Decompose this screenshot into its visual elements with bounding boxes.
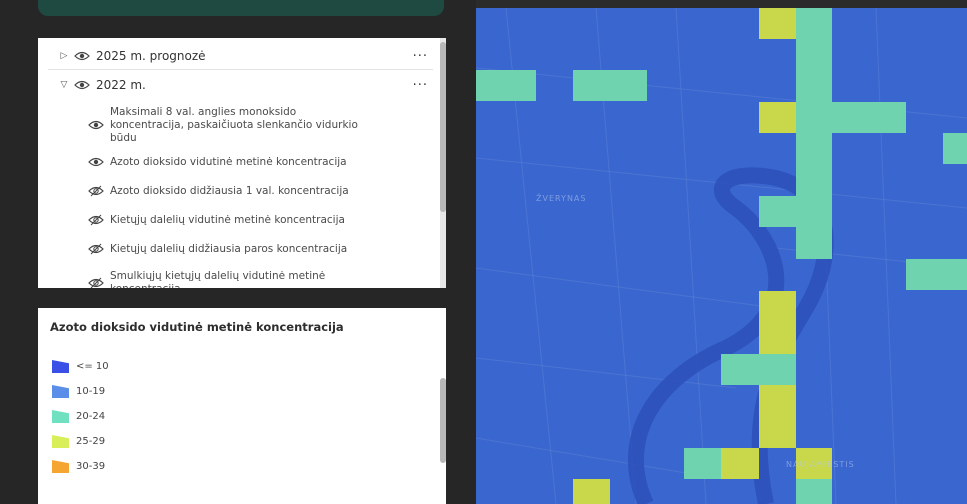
collapse-triangle-icon[interactable]: ▽ (58, 80, 70, 90)
divider (48, 69, 433, 70)
legend-swatch (52, 360, 69, 373)
legend-swatch (52, 385, 69, 398)
legend-item: 25-29 (52, 435, 105, 448)
legend-title: Azoto dioksido vidutinė metinė koncentra… (50, 320, 344, 334)
layer-list-panel: ▷ 2025 m. prognozė ··· ▽ 2022 m. ··· Mak… (38, 38, 446, 288)
map-canvas (476, 8, 967, 504)
layer-group-2025[interactable]: ▷ 2025 m. prognozė ··· (58, 48, 446, 64)
legend-label: <= 10 (76, 361, 109, 372)
sublayer-label: Smulkiųjų kietųjų dalelių vidutinė metin… (110, 270, 326, 288)
legend-label: 20-24 (76, 411, 106, 422)
expand-triangle-icon[interactable]: ▷ (58, 51, 70, 61)
sublayer-label: Kietųjų dalelių vidutinė metinė koncentr… (110, 213, 345, 226)
eye-icon[interactable] (88, 119, 104, 131)
eye-off-icon[interactable] (88, 243, 104, 255)
scrollbar-thumb[interactable] (440, 42, 446, 212)
legend-label: 30-39 (76, 461, 106, 472)
header-strip (38, 0, 444, 16)
more-options-icon[interactable]: ··· (413, 78, 428, 93)
legend-label: 10-19 (76, 386, 106, 397)
legend-panel: Azoto dioksido vidutinė metinė koncentra… (38, 308, 446, 504)
more-options-icon[interactable]: ··· (413, 49, 428, 64)
sublayer-label: Maksimali 8 val. anglies monoksido konce… (110, 105, 358, 144)
sublayer-pm10-daily[interactable]: Kietųjų dalelių didžiausia paros koncent… (88, 242, 446, 256)
legend-scrollbar[interactable] (440, 378, 446, 463)
sublayer-label: Azoto dioksido didžiausia 1 val. koncent… (110, 184, 349, 197)
eye-off-icon[interactable] (88, 277, 104, 288)
legend-item: 10-19 (52, 385, 105, 398)
sublayer-no2-annual[interactable]: Azoto dioksido vidutinė metinė koncentra… (88, 155, 446, 169)
map-view[interactable]: ŽVERYNAS NAUJAMIESTIS (476, 8, 967, 504)
legend-swatch (52, 435, 69, 448)
map-label-zverynas: ŽVERYNAS (536, 194, 587, 203)
legend-label: 25-29 (76, 436, 106, 447)
eye-off-icon[interactable] (88, 185, 104, 197)
sublayer-no2-1h[interactable]: Azoto dioksido didžiausia 1 val. koncent… (88, 184, 446, 198)
legend-item: 20-24 (52, 410, 105, 423)
eye-icon[interactable] (74, 50, 90, 62)
map-label-naujamiestis: NAUJAMIESTIS (786, 460, 855, 469)
sublayer-co-8h[interactable]: Maksimali 8 val. anglies monoksido konce… (88, 104, 446, 146)
legend-swatch (52, 460, 69, 473)
left-sidebar: ▷ 2025 m. prognozė ··· ▽ 2022 m. ··· Mak… (0, 0, 476, 504)
sublayer-label: Azoto dioksido vidutinė metinė koncentra… (110, 155, 347, 168)
sublayer-pm10-annual[interactable]: Kietųjų dalelių vidutinė metinė koncentr… (88, 213, 446, 227)
sublayer-label: Kietųjų dalelių didžiausia paros koncent… (110, 242, 348, 255)
eye-off-icon[interactable] (88, 214, 104, 226)
layer-group-2022[interactable]: ▽ 2022 m. ··· (58, 77, 446, 93)
layer-group-label: 2022 m. (96, 78, 146, 92)
legend-item: <= 10 (52, 360, 109, 373)
legend-swatch (52, 410, 69, 423)
eye-icon[interactable] (88, 156, 104, 168)
eye-icon[interactable] (74, 79, 90, 91)
legend-item: 30-39 (52, 460, 105, 473)
layer-group-label: 2025 m. prognozė (96, 49, 206, 63)
sublayer-pm25-annual[interactable]: Smulkiųjų kietųjų dalelių vidutinė metin… (88, 270, 446, 288)
layer-list-scrollbar[interactable] (440, 38, 446, 288)
